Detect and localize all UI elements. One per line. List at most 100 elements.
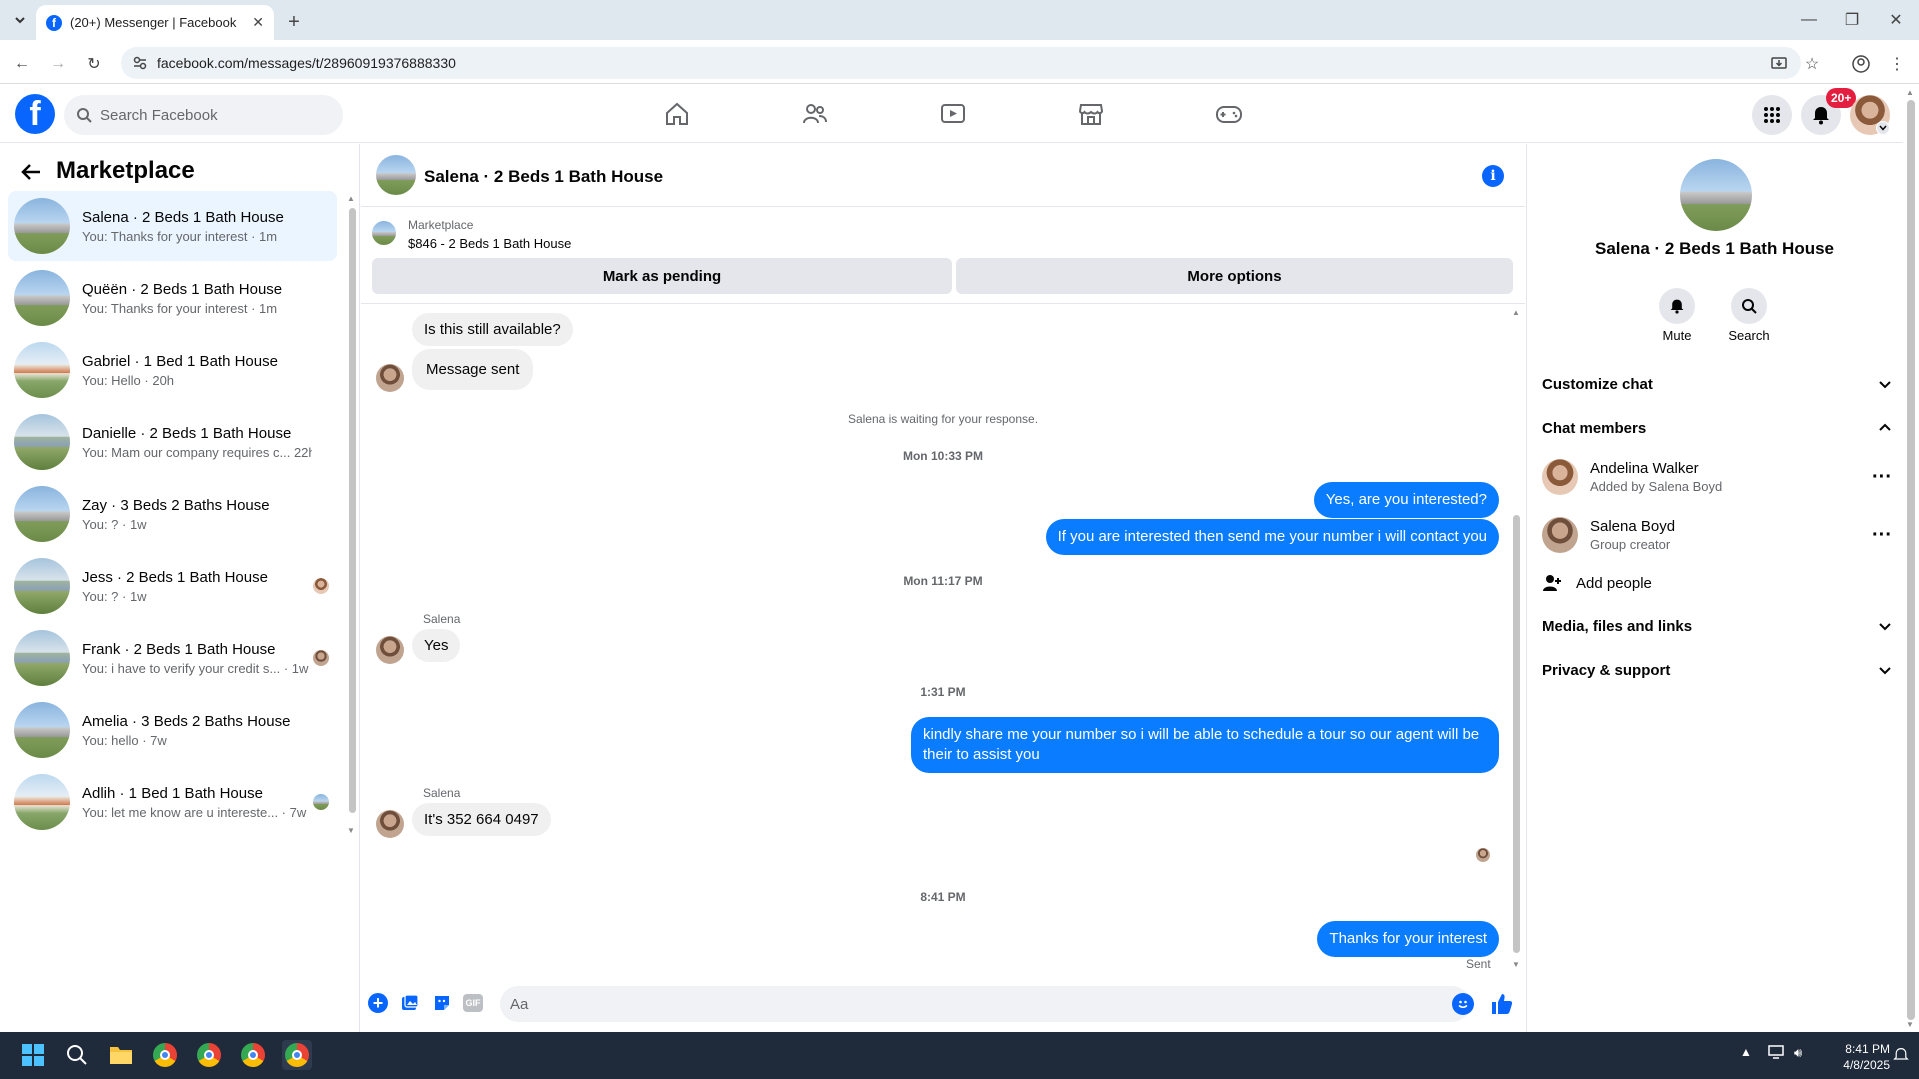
- chat-members-row[interactable]: Chat members: [1542, 410, 1892, 446]
- outgoing-message[interactable]: Thanks for your interest: [1317, 921, 1499, 957]
- chat-scroll-up-icon[interactable]: ▲: [1512, 308, 1520, 317]
- page-scroll-down-icon[interactable]: ▼: [1906, 1020, 1914, 1029]
- customize-chat-row[interactable]: Customize chat: [1542, 366, 1892, 402]
- conversation-item[interactable]: Frank · 2 Beds 1 Bath House You: i have t…: [8, 623, 337, 693]
- gif-icon[interactable]: GIF: [463, 994, 483, 1012]
- attach-photo-icon[interactable]: [400, 993, 420, 1013]
- sidebar-scrollbar[interactable]: [349, 208, 356, 813]
- conversation-item[interactable]: Salena · 2 Beds 1 Bath House You: Thanks …: [8, 191, 337, 261]
- chat-avatar-large[interactable]: [1680, 159, 1752, 231]
- outgoing-message[interactable]: Yes, are you interested?: [1313, 482, 1499, 518]
- browser-tab[interactable]: f (20+) Messenger | Facebook ✕: [36, 5, 274, 40]
- sender-avatar[interactable]: [376, 636, 404, 664]
- conversation-item[interactable]: Quëën · 2 Beds 1 Bath House You: Thanks f…: [8, 263, 337, 333]
- conversation-thumbnail: [14, 702, 70, 758]
- incoming-message[interactable]: Is this still available?: [412, 313, 573, 346]
- more-actions-plus-icon[interactable]: +: [368, 993, 388, 1013]
- sender-avatar[interactable]: [376, 364, 404, 392]
- bookmark-star-icon[interactable]: ☆: [1800, 52, 1824, 76]
- network-icon[interactable]: [1768, 1045, 1784, 1059]
- emoji-icon[interactable]: [1452, 993, 1474, 1015]
- mark-as-pending-button[interactable]: Mark as pending: [372, 258, 952, 294]
- chat-members-label: Chat members: [1542, 419, 1647, 437]
- chrome-profile-taskbar-icon[interactable]: [194, 1040, 224, 1070]
- profile-icon[interactable]: [1849, 52, 1873, 76]
- chrome-profile-taskbar-icon[interactable]: [238, 1040, 268, 1070]
- video-nav-icon[interactable]: [933, 96, 973, 132]
- back-arrow-icon[interactable]: [20, 161, 42, 183]
- friends-nav-icon[interactable]: [795, 96, 835, 132]
- account-chevron-icon[interactable]: [1876, 121, 1890, 135]
- conversation-preview: You: Thanks for your interest · 1m: [82, 300, 278, 316]
- sidebar-scroll-down-icon[interactable]: ▼: [347, 826, 355, 835]
- more-options-button[interactable]: More options: [956, 258, 1513, 294]
- restore-icon[interactable]: ❐: [1840, 8, 1864, 32]
- incoming-message[interactable]: Yes: [412, 629, 461, 662]
- incoming-message[interactable]: It's 352 664 0497: [412, 803, 551, 836]
- member-options-icon[interactable]: ···: [1872, 466, 1892, 489]
- conversation-item[interactable]: Adlih · 1 Bed 1 Bath House You: let me kn…: [8, 767, 337, 837]
- site-info-icon[interactable]: [132, 55, 148, 71]
- member-options-icon[interactable]: ···: [1872, 524, 1892, 547]
- facebook-search-input[interactable]: Search Facebook: [64, 95, 343, 135]
- chat-header-thumbnail[interactable]: [376, 155, 416, 195]
- page-scroll-up-icon[interactable]: ▲: [1906, 88, 1914, 97]
- outgoing-message[interactable]: kindly share me your number so i will be…: [911, 717, 1499, 773]
- sender-avatar[interactable]: [376, 810, 404, 838]
- outgoing-message[interactable]: If you are interested then send me your …: [1045, 519, 1499, 555]
- install-app-icon[interactable]: [1767, 52, 1791, 76]
- conversation-item[interactable]: Danielle · 2 Beds 1 Bath House You: Mam o…: [8, 407, 337, 477]
- conversation-item[interactable]: Amelia · 3 Beds 2 Baths House You: hello …: [8, 695, 337, 765]
- conversation-item[interactable]: Gabriel · 1 Bed 1 Bath House You: Hello ·…: [8, 335, 337, 405]
- chrome-taskbar-icon[interactable]: [150, 1040, 180, 1070]
- listing-description[interactable]: $846 - 2 Beds 1 Bath House: [408, 236, 571, 251]
- tab-search-icon[interactable]: [8, 8, 32, 32]
- close-window-icon[interactable]: ✕: [1884, 8, 1908, 32]
- chrome-menu-icon[interactable]: ⋮: [1885, 52, 1909, 76]
- forward-icon[interactable]: →: [46, 52, 70, 76]
- new-tab-icon[interactable]: +: [282, 10, 306, 34]
- privacy-support-row[interactable]: Privacy & support: [1542, 652, 1892, 688]
- reload-icon[interactable]: ↻: [82, 52, 106, 76]
- chat-title[interactable]: Salena · 2 Beds 1 Bath House: [424, 167, 663, 187]
- gaming-nav-icon[interactable]: [1209, 96, 1249, 132]
- windows-start-icon[interactable]: [18, 1040, 48, 1070]
- conversation-name: Gabriel · 1 Bed 1 Bath House: [82, 352, 278, 370]
- mute-bell-icon[interactable]: [1659, 288, 1695, 324]
- info-icon[interactable]: i: [1482, 165, 1504, 187]
- notification-center-icon[interactable]: [1893, 1047, 1909, 1063]
- conversation-item[interactable]: Jess · 2 Beds 1 Bath House You: ? · 1w: [8, 551, 337, 621]
- facebook-logo-icon[interactable]: f: [15, 94, 55, 134]
- search-label[interactable]: Search: [1719, 328, 1779, 343]
- volume-icon[interactable]: 🔊︎: [1794, 1045, 1802, 1061]
- sidebar-scroll-up-icon[interactable]: ▲: [347, 194, 355, 203]
- message-input[interactable]: Aa: [500, 986, 1470, 1022]
- chrome-active-taskbar-icon[interactable]: [282, 1040, 312, 1070]
- home-nav-icon[interactable]: [657, 96, 697, 132]
- page-scrollbar[interactable]: [1907, 100, 1915, 1020]
- conversation-thumbnail: [14, 198, 70, 254]
- back-icon[interactable]: ←: [10, 52, 34, 76]
- chat-scroll-down-icon[interactable]: ▼: [1512, 960, 1520, 969]
- add-people-row[interactable]: Add people: [1542, 558, 1892, 608]
- incoming-message[interactable]: Message sent: [412, 349, 534, 390]
- menu-grid-icon[interactable]: [1752, 95, 1792, 135]
- conversation-item[interactable]: Zay · 3 Beds 2 Baths House You: ? · 1w: [8, 479, 337, 549]
- tab-close-icon[interactable]: ✕: [252, 14, 264, 31]
- file-explorer-icon[interactable]: [106, 1040, 136, 1070]
- chat-member[interactable]: Andelina Walker Added by Salena Boyd ···: [1542, 452, 1892, 502]
- sticker-icon[interactable]: [432, 993, 452, 1013]
- taskbar-search-icon[interactable]: [62, 1040, 92, 1070]
- marketplace-nav-icon[interactable]: [1071, 96, 1111, 132]
- media-files-row[interactable]: Media, files and links: [1542, 608, 1892, 644]
- tray-chevron-icon[interactable]: ▲: [1740, 1045, 1752, 1059]
- clock[interactable]: 8:41 PM 4/8/2025: [1820, 1041, 1890, 1073]
- chat-scrollbar[interactable]: [1513, 515, 1520, 953]
- chat-member[interactable]: Salena Boyd Group creator ···: [1542, 510, 1892, 560]
- thumbs-up-icon[interactable]: [1490, 992, 1514, 1016]
- mute-label[interactable]: Mute: [1647, 328, 1707, 343]
- search-conversation-icon[interactable]: [1731, 288, 1767, 324]
- conversation-name: Amelia · 3 Beds 2 Baths House: [82, 712, 291, 730]
- minimize-icon[interactable]: —: [1797, 8, 1821, 32]
- address-bar[interactable]: facebook.com/messages/t/2896091937688833…: [121, 47, 1801, 79]
